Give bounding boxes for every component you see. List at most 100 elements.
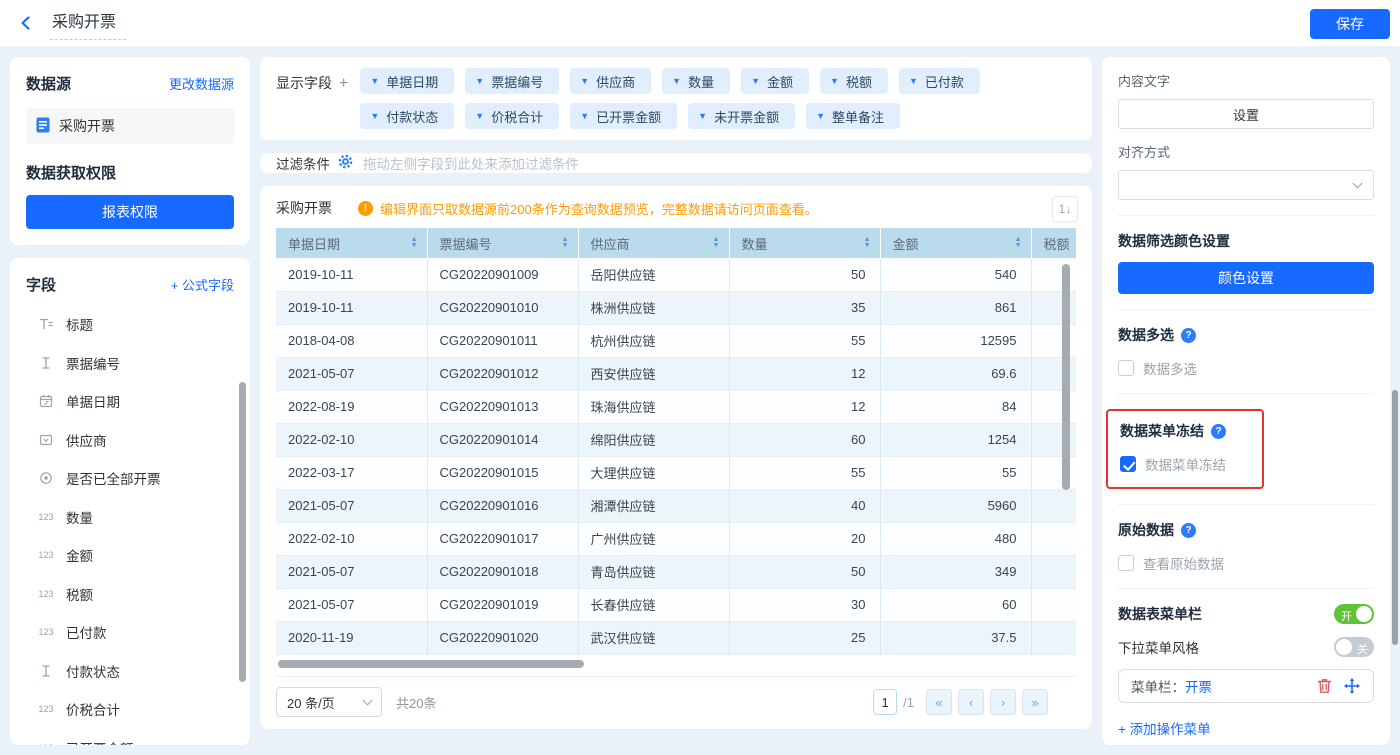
table-menu-toggle[interactable]: 开 (1334, 604, 1374, 624)
sort-arrows-icon[interactable]: ▲▼ (411, 237, 418, 249)
text-icon (36, 664, 56, 678)
table-cell: 2021-05-07 (276, 588, 427, 621)
table-row[interactable]: 2021-05-07CG20220901019长春供应链3060 (276, 588, 1076, 621)
back-icon[interactable] (16, 13, 36, 33)
move-icon[interactable] (1343, 677, 1361, 695)
checkbox-checked-icon[interactable] (1120, 456, 1136, 472)
table-row[interactable]: 2022-02-10CG20220901017广州供应链20480 (276, 522, 1076, 555)
table-horizontal-scrollbar[interactable] (278, 660, 584, 668)
table-cell: CG20220901013 (427, 390, 578, 423)
field-item[interactable]: 付款状态 (26, 652, 240, 691)
page-size-select[interactable]: 20 条/页 (276, 687, 382, 717)
change-datasource-link[interactable]: 更改数据源 (169, 74, 234, 93)
report-permission-button[interactable]: 报表权限 (26, 195, 234, 229)
table-row[interactable]: 2019-10-11CG20220901009岳阳供应链50540 (276, 258, 1076, 291)
next-page-button[interactable]: › (990, 689, 1016, 715)
table-vertical-scrollbar[interactable] (1062, 264, 1070, 490)
field-item[interactable]: 标题 (26, 305, 240, 344)
column-header[interactable]: 数量▲▼ (729, 228, 880, 258)
filter-settings-gear-icon[interactable] (338, 154, 353, 172)
display-field-chip[interactable]: ▼税额 (820, 68, 888, 94)
formula-field-link[interactable]: + 公式字段 (171, 275, 234, 294)
trash-icon[interactable] (1315, 677, 1333, 695)
column-header[interactable]: 单据日期▲▼ (276, 228, 427, 258)
table-row[interactable]: 2019-10-11CG20220901010株洲供应链35861 (276, 291, 1076, 324)
table-cell: 540 (880, 258, 1031, 291)
page-title[interactable]: 采购开票 (50, 6, 126, 40)
table-row[interactable]: 2021-05-07CG20220901012西安供应链1269.6 (276, 357, 1076, 390)
add-action-menu-link[interactable]: + 添加操作菜单 (1118, 718, 1374, 738)
field-item[interactable]: 123价税合计 (26, 690, 240, 729)
color-settings-button[interactable]: 颜色设置 (1118, 262, 1374, 294)
table-row[interactable]: 2020-11-19CG20220901020武汉供应链2537.5 (276, 621, 1076, 654)
dropdown-style-toggle[interactable]: 关 (1334, 637, 1374, 657)
add-display-field-button[interactable]: + (339, 75, 348, 92)
table-cell: 2018-04-08 (276, 324, 427, 357)
table-row[interactable]: 2022-02-10CG20220901014绵阳供应链601254 (276, 423, 1076, 456)
table-row[interactable]: 2022-03-17CG20220901015大理供应链5555 (276, 456, 1076, 489)
table-row[interactable]: 2021-05-07CG20220901016湘潭供应链405960 (276, 489, 1076, 522)
raw-data-checkbox-row[interactable]: 查看原始数据 (1118, 553, 1374, 573)
chevron-down-icon: ▼ (698, 112, 707, 121)
field-item[interactable]: 是否已全部开票 (26, 459, 240, 498)
display-field-chip[interactable]: ▼票据编号 (465, 68, 559, 94)
display-field-chip[interactable]: ▼整单备注 (806, 103, 900, 129)
menu-bar-item-value[interactable]: 开票 (1185, 676, 1212, 696)
display-field-chip[interactable]: ▼价税合计 (465, 103, 559, 129)
table-cell: 69.6 (880, 357, 1031, 390)
prev-page-button[interactable]: ‹ (958, 689, 984, 715)
field-item[interactable]: 123已付款 (26, 613, 240, 652)
page-scrollbar[interactable] (1392, 390, 1398, 645)
table-row[interactable]: 2021-05-07CG20220901018青岛供应链50349 (276, 555, 1076, 588)
menu-bar-item[interactable]: 菜单栏： 开票 (1118, 669, 1374, 703)
field-item[interactable]: 123金额 (26, 536, 240, 575)
table-header-row: 单据日期▲▼票据编号▲▼供应商▲▼数量▲▼金额▲▼税额 (276, 228, 1076, 258)
help-icon[interactable]: ? (1181, 328, 1196, 343)
table-row[interactable]: 2022-08-19CG20220901013珠海供应链1284 (276, 390, 1076, 423)
checkbox-unchecked-icon[interactable] (1118, 555, 1134, 571)
fields-scrollbar[interactable] (239, 382, 246, 682)
display-field-chip[interactable]: ▼未开票金额 (688, 103, 795, 129)
help-icon[interactable]: ? (1181, 523, 1196, 538)
display-field-chip[interactable]: ▼金额 (741, 68, 809, 94)
display-field-chip-label: 数量 (688, 72, 714, 91)
menu-freeze-checkbox-row[interactable]: 数据菜单冻结 (1120, 454, 1250, 474)
sort-order-button[interactable]: 1↓ (1052, 196, 1078, 222)
display-field-chip[interactable]: ▼已开票金额 (570, 103, 677, 129)
display-field-chip[interactable]: ▼数量 (662, 68, 730, 94)
sort-arrows-icon[interactable]: ▲▼ (1015, 237, 1022, 249)
table-row[interactable]: 2018-04-08CG20220901011杭州供应链5512595 (276, 324, 1076, 357)
field-item[interactable]: 123税额 (26, 575, 240, 614)
field-item[interactable]: 123数量 (26, 498, 240, 537)
display-field-chip[interactable]: ▼单据日期 (360, 68, 454, 94)
column-header[interactable]: 税额 (1031, 228, 1076, 258)
preview-warning-text: 编辑界面只取数据源前200条作为查询数据预览，完整数据请访问页面查看。 (380, 199, 818, 218)
sort-arrows-icon[interactable]: ▲▼ (713, 237, 720, 249)
chevron-down-icon: ▼ (816, 112, 825, 121)
display-field-chip[interactable]: ▼已付款 (899, 68, 980, 94)
sort-arrows-icon[interactable]: ▲▼ (864, 237, 871, 249)
display-field-chip[interactable]: ▼供应商 (570, 68, 651, 94)
checkbox-unchecked-icon[interactable] (1118, 360, 1134, 376)
current-page-input[interactable]: 1 (873, 689, 897, 715)
field-item[interactable]: 123已开票金额 (26, 729, 240, 746)
multi-select-checkbox-row[interactable]: 数据多选 (1118, 358, 1374, 378)
align-select[interactable] (1118, 170, 1374, 200)
save-button[interactable]: 保存 (1310, 9, 1390, 39)
first-page-button[interactable]: « (926, 689, 952, 715)
datasource-item[interactable]: 采购开票 (26, 108, 234, 144)
field-item[interactable]: 票据编号 (26, 344, 240, 383)
content-text-settings-button[interactable]: 设置 (1118, 99, 1374, 129)
last-page-button[interactable]: » (1022, 689, 1048, 715)
help-icon[interactable]: ? (1211, 424, 1226, 439)
field-item[interactable]: 单据日期 (26, 382, 240, 421)
column-header[interactable]: 金额▲▼ (880, 228, 1031, 258)
text-icon (36, 356, 56, 370)
center-column: 显示字段+ ▼单据日期▼票据编号▼供应商▼数量▼金额▼税额▼已付款▼付款状态▼价… (260, 57, 1092, 745)
column-header[interactable]: 供应商▲▼ (578, 228, 729, 258)
display-field-chip[interactable]: ▼付款状态 (360, 103, 454, 129)
field-item[interactable]: 供应商 (26, 421, 240, 460)
sort-arrows-icon[interactable]: ▲▼ (562, 237, 569, 249)
column-header[interactable]: 票据编号▲▼ (427, 228, 578, 258)
table-cell: CG20220901014 (427, 423, 578, 456)
